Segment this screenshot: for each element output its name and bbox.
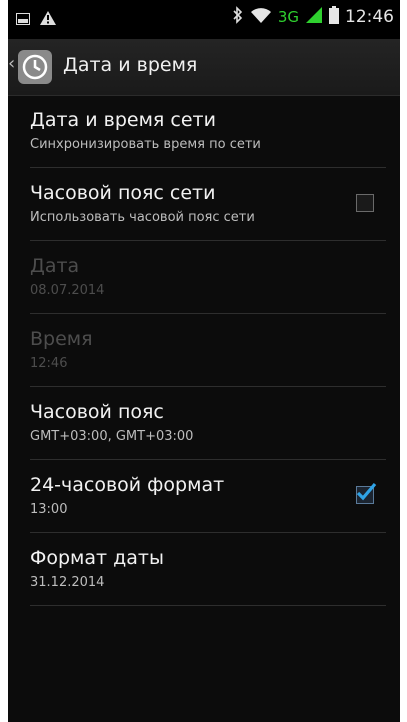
settings-list: Дата и время сети Синхронизировать время…	[8, 95, 400, 606]
page-title: Дата и время	[63, 54, 198, 76]
setting-subtitle: 12:46	[30, 356, 68, 371]
setting-title: 24-часовой формат	[30, 474, 225, 496]
setting-title: Часовой пояс сети	[30, 182, 216, 204]
battery-icon	[329, 6, 339, 28]
setting-timezone[interactable]: Часовой пояс GMT+03:00, GMT+03:00	[30, 387, 386, 460]
status-bar: 3G 12:46	[8, 0, 400, 39]
setting-subtitle: Синхронизировать время по сети	[30, 137, 261, 152]
wifi-icon	[250, 6, 272, 28]
setting-network-timezone[interactable]: Часовой пояс сети Использовать часовой п…	[30, 168, 386, 241]
setting-subtitle: Использовать часовой пояс сети	[30, 210, 255, 225]
setting-subtitle: 08.07.2014	[30, 283, 105, 298]
setting-title: Время	[30, 328, 93, 350]
setting-title: Часовой пояс	[30, 401, 164, 423]
bluetooth-icon	[232, 6, 244, 28]
signal-icon	[305, 6, 323, 28]
setting-title: Формат даты	[30, 547, 164, 569]
status-left	[16, 10, 56, 29]
setting-subtitle: 13:00	[30, 502, 68, 517]
setting-date: Дата 08.07.2014	[30, 241, 386, 314]
setting-24-hour-format[interactable]: 24-часовой формат 13:00	[30, 460, 386, 533]
24-hour-format-checkbox[interactable]	[356, 482, 377, 504]
clock-time: 12:46	[345, 7, 394, 27]
network-type: 3G	[277, 8, 299, 26]
setting-subtitle: 31.12.2014	[30, 575, 105, 590]
setting-subtitle: GMT+03:00, GMT+03:00	[30, 429, 194, 444]
action-bar: ‹ Дата и время	[8, 39, 400, 96]
checkmark-icon	[356, 482, 377, 501]
setting-time: Время 12:46	[30, 314, 386, 387]
setting-network-datetime[interactable]: Дата и время сети Синхронизировать время…	[30, 95, 386, 168]
screenshot-icon	[16, 10, 30, 29]
network-timezone-checkbox[interactable]	[356, 194, 374, 212]
status-right: 3G 12:46	[232, 6, 394, 28]
setting-date-format[interactable]: Формат даты 31.12.2014	[30, 533, 386, 606]
warning-icon	[40, 10, 56, 29]
back-chevron-icon[interactable]: ‹	[8, 53, 15, 74]
setting-title: Дата и время сети	[30, 109, 216, 131]
clock-icon[interactable]	[18, 50, 52, 84]
phone-screen: 3G 12:46 ‹ Дата и время Дата и время сет…	[8, 0, 400, 722]
setting-title: Дата	[30, 255, 80, 277]
